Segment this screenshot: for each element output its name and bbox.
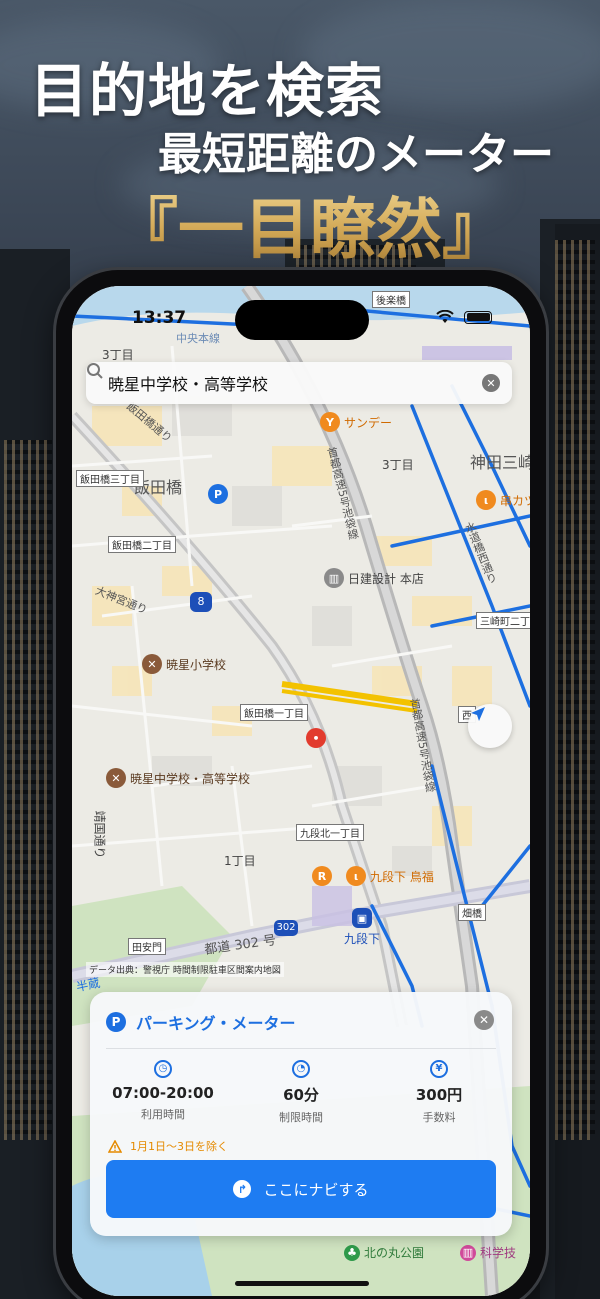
directions-icon: ↱ (233, 1180, 252, 1198)
fork-icon: Y (320, 412, 340, 432)
status-time: 13:37 (132, 308, 187, 328)
map-label-1chome: 1丁目 (224, 854, 256, 868)
promo-headline: 目的地を検索 最短距離のメーター 『一目瞭然』 (0, 0, 600, 270)
map-label-3chome-top: 3丁目 (102, 348, 134, 362)
poi-kushikatsu[interactable]: ι 串カツ (476, 490, 530, 510)
route-8-shield: 8 (190, 592, 212, 612)
map-label-iidabashi-2: 飯田橋二丁目 (108, 536, 176, 553)
headline-line-1: 目的地を検索 (30, 57, 385, 125)
parking-icon: P (208, 484, 228, 504)
school-icon: ✕ (142, 654, 162, 674)
poi-gyosei-high[interactable]: ✕ 暁星中学校・高等学校 (106, 768, 250, 788)
train-icon: ▣ (352, 908, 372, 928)
home-indicator (235, 1281, 369, 1286)
dynamic-island (235, 300, 369, 340)
stat-fee: ¥ 300円 手数料 (374, 1060, 504, 1125)
building-icon: ▥ (324, 568, 344, 588)
park-icon: ♣ (344, 1244, 360, 1261)
map-label-kanda-misaki: 神田三崎 (470, 453, 530, 472)
poi-kudanshita-station[interactable]: ▣ 九段下 (344, 908, 380, 947)
search-bar[interactable]: 暁星中学校・高等学校 ✕ (86, 362, 512, 404)
map-label-yasukuni-side: 靖国通り (92, 810, 107, 859)
clear-search-icon[interactable]: ✕ (482, 374, 500, 392)
map-label-chuohonsen: 中央本線 (176, 332, 220, 345)
restaurant-icon: ι (476, 490, 496, 510)
map-attribution: データ出典：警視庁 時間制限駐車区間案内地図 (86, 962, 284, 977)
headline-line-2: 最短距離のメーター (158, 129, 554, 180)
poi-parking[interactable]: P (208, 484, 228, 504)
warning-icon (108, 1139, 122, 1153)
route-302-shield: 302 (274, 920, 298, 936)
poi-kagaku[interactable]: ▥ 科学技 (460, 1244, 516, 1261)
poi-kitanomaru[interactable]: ♣ 北の丸公園 (344, 1244, 424, 1261)
navigate-here-button[interactable]: ↱ ここにナビする (106, 1160, 496, 1218)
museum-icon: ▥ (460, 1244, 476, 1261)
search-query[interactable]: 暁星中学校・高等学校 (108, 371, 482, 395)
parking-meter-card[interactable]: P パーキング・メーター ✕ ◷ 07:00-20:00 利用時間 ◔ 60分 … (90, 992, 512, 1236)
map-label-3chome-mid: 3丁目 (382, 458, 414, 472)
poi-gyosei-elem[interactable]: ✕ 暁星小学校 (142, 654, 226, 674)
card-title-text: パーキング・メーター (136, 1014, 296, 1033)
restaurant-icon: R (312, 866, 332, 886)
poi-restaurant-red[interactable]: • (306, 728, 326, 748)
map-label-korakubashi: 後楽橋 (372, 291, 410, 308)
phone-screen: 13:37 3丁目 飯田橋 神田三崎 3丁目 1丁目 飯田橋三丁目 飯田橋二丁目… (72, 286, 530, 1296)
map-label-iidabashi-1: 飯田橋一丁目 (240, 704, 308, 721)
yen-icon: ¥ (430, 1060, 448, 1078)
fork-icon: ι (346, 866, 366, 886)
poi-r-marker[interactable]: R (312, 866, 332, 886)
card-divider (106, 1048, 496, 1049)
stat-limit: ◔ 60分 制限時間 (236, 1060, 366, 1125)
map-label-hitotsubashi: 畑橋 (458, 904, 486, 921)
headline-line-3: 『一目瞭然』 (112, 176, 508, 272)
poi-sunday[interactable]: Y サンデー (320, 412, 392, 432)
poi-nikken[interactable]: ▥ 日建設計 本店 (324, 568, 424, 588)
card-title: P パーキング・メーター (106, 1010, 296, 1034)
close-card-icon[interactable]: ✕ (474, 1010, 494, 1030)
map-label-misakicho: 三崎町二丁目 (476, 612, 530, 629)
warning-note: 1月1日～3日を除く (108, 1138, 228, 1154)
restaurant-icon: • (306, 728, 326, 748)
school-icon: ✕ (106, 768, 126, 788)
parking-icon: P (106, 1012, 126, 1032)
poi-torifuku[interactable]: ι 九段下 鳥福 (346, 866, 434, 886)
map-label-iidabashi-3: 飯田橋三丁目 (76, 470, 144, 487)
battery-icon (464, 310, 492, 324)
clock-icon: ◷ (154, 1060, 172, 1078)
stat-hours: ◷ 07:00-20:00 利用時間 (98, 1060, 228, 1122)
map-label-kudankita-1: 九段北一丁目 (296, 824, 364, 841)
map-label-tayasumon: 田安門 (128, 938, 166, 955)
timer-icon: ◔ (292, 1060, 310, 1078)
location-arrow-icon (471, 707, 485, 721)
status-icons (436, 310, 492, 324)
search-icon (87, 363, 103, 379)
wifi-icon (436, 310, 454, 323)
locate-me-button[interactable] (468, 704, 512, 748)
